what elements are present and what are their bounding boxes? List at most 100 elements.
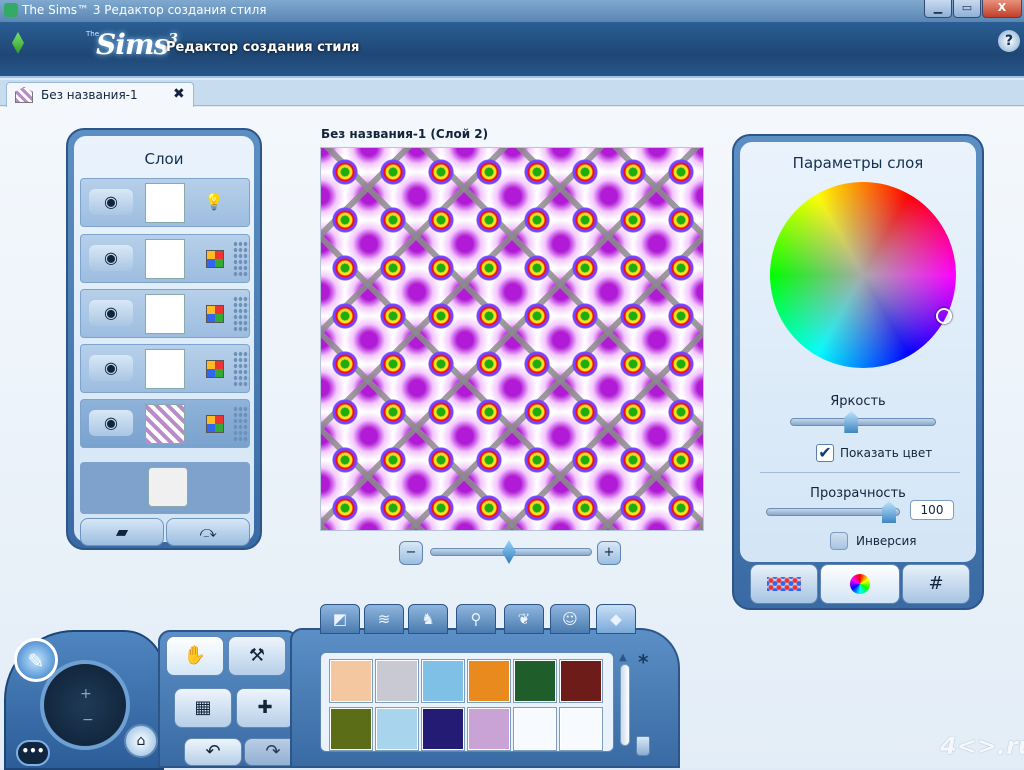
zoom-out-button[interactable]: −: [399, 541, 423, 565]
divider: [760, 472, 960, 473]
pattern-swatch-blue-bubbles[interactable]: [422, 660, 464, 702]
camera-dial[interactable]: + −: [40, 660, 130, 750]
pattern-swatch-orange-cracked[interactable]: [468, 660, 510, 702]
lightbulb-icon[interactable]: 💡: [203, 191, 225, 213]
hand-icon: ✋: [183, 645, 207, 666]
invert-checkbox[interactable]: [830, 532, 848, 550]
tab-hash[interactable]: #: [902, 564, 970, 604]
palette-grid-icon[interactable]: [203, 412, 225, 434]
params-title: Параметры слоя: [792, 154, 924, 172]
close-button[interactable]: X: [982, 0, 1022, 18]
layer-row[interactable]: ◉: [80, 234, 250, 283]
layer-row[interactable]: ◉: [80, 344, 250, 393]
layer-swatch[interactable]: [145, 404, 185, 444]
checkmark-icon: ✔: [818, 443, 832, 462]
palette-grid-icon[interactable]: [203, 357, 225, 379]
add-pattern-button[interactable]: ✚: [236, 688, 294, 728]
opacity-label: Прозрачность: [810, 486, 906, 501]
hand-tool-button[interactable]: ✋: [166, 636, 224, 676]
camera-icon: ⌂: [136, 733, 146, 749]
scroll-up-icon[interactable]: ▲: [619, 652, 627, 663]
hammer-tool-button[interactable]: ⚒: [228, 636, 286, 676]
tab-pattern-animal[interactable]: ♞: [408, 604, 448, 634]
eye-icon[interactable]: ◉: [89, 300, 133, 326]
eye-icon[interactable]: ◉: [89, 355, 133, 381]
pattern-swatch-kaleidoscope[interactable]: [422, 708, 464, 750]
brightness-slider-thumb[interactable]: [844, 411, 859, 433]
more-options-button[interactable]: •••: [16, 740, 50, 766]
design-canvas[interactable]: [320, 147, 704, 531]
layer-swatch[interactable]: [145, 294, 185, 334]
drag-handle[interactable]: [233, 351, 249, 387]
pattern-swatch-empty-1[interactable]: [514, 708, 556, 750]
tab-pattern-nature[interactable]: ❦: [504, 604, 544, 634]
window-titlebar: The Sims™ 3 Редактор создания стиля ▁ ▭ …: [0, 0, 1024, 22]
tab-pattern-geometric[interactable]: ≋: [364, 604, 404, 634]
watermark: 4<>.ru: [940, 732, 1024, 760]
app-icon: [4, 3, 18, 17]
pattern-swatch-olive-mesh[interactable]: [330, 708, 372, 750]
pattern-swatch-blue-diamonds[interactable]: [376, 708, 418, 750]
layer-row[interactable]: ◉: [80, 399, 250, 448]
pattern-swatch-gray-lace[interactable]: [376, 660, 418, 702]
canvas-title: Без названия-1 (Слой 2): [321, 127, 489, 141]
eraser-button[interactable]: ▰: [80, 518, 164, 546]
pen-icon: ✎: [27, 649, 45, 673]
tab-pattern-diamonds[interactable]: ◆: [596, 604, 636, 634]
trash-icon[interactable]: [636, 736, 650, 756]
diamonds-icon: ◆: [610, 610, 622, 628]
pen-mode-button[interactable]: ✎: [14, 638, 58, 682]
pattern-swatch-peach-dots[interactable]: [330, 660, 372, 702]
show-color-checkbox[interactable]: ✔: [816, 444, 834, 462]
layer-row[interactable]: ◉ 💡: [80, 178, 250, 227]
favorites-star-icon[interactable]: *: [638, 650, 648, 674]
layer-empty-slot[interactable]: [80, 462, 250, 514]
swap-layers-button[interactable]: ⤼: [166, 518, 250, 546]
pattern-swatch-empty-2[interactable]: [560, 708, 602, 750]
color-wheel[interactable]: [770, 182, 956, 368]
pattern-swatch-green-weave[interactable]: [514, 660, 556, 702]
pattern-swatch-dark-red[interactable]: [560, 660, 602, 702]
hash-icon: #: [928, 573, 944, 594]
layer-row[interactable]: ◉: [80, 289, 250, 338]
layer-swatch[interactable]: [145, 239, 185, 279]
opacity-slider[interactable]: [766, 508, 900, 516]
minimize-button[interactable]: ▁: [924, 0, 952, 18]
maximize-button[interactable]: ▭: [953, 0, 981, 18]
grid-tool-button[interactable]: ▦: [174, 688, 232, 728]
tab-pattern-transport[interactable]: ⚲: [456, 604, 496, 634]
help-button[interactable]: ?: [998, 30, 1020, 52]
tab-color-wheel[interactable]: [820, 564, 900, 604]
drag-handle[interactable]: [233, 241, 249, 277]
tab-pattern-toys[interactable]: ☺: [550, 604, 590, 634]
camera-view-button[interactable]: ⌂: [124, 724, 158, 758]
eye-icon[interactable]: ◉: [89, 245, 133, 271]
opacity-slider-thumb[interactable]: [882, 501, 896, 523]
undo-button[interactable]: ↶: [184, 738, 242, 766]
drag-handle[interactable]: [233, 296, 249, 332]
zoom-in-button[interactable]: +: [597, 541, 621, 565]
camera-up-icon[interactable]: +: [80, 686, 92, 702]
close-tab-icon[interactable]: ✖: [173, 86, 185, 102]
tab-pattern-abstract[interactable]: ◩: [320, 604, 360, 634]
plumbob-icon[interactable]: [12, 32, 24, 54]
pattern-swatch-purple-zigzag[interactable]: [468, 708, 510, 750]
tab-label: Без названия-1: [41, 88, 138, 102]
palette-grid-icon: [767, 577, 801, 591]
color-wheel-marker[interactable]: [936, 308, 952, 324]
swap-arrows-icon: ⤼: [199, 522, 217, 541]
eye-icon[interactable]: ◉: [89, 189, 133, 215]
brightness-slider[interactable]: [790, 418, 936, 426]
layer-swatch[interactable]: [145, 183, 185, 223]
drag-handle[interactable]: [233, 406, 249, 442]
camera-down-icon[interactable]: −: [82, 712, 94, 728]
pattern-scrollbar[interactable]: [620, 664, 630, 746]
layer-swatch[interactable]: [145, 349, 185, 389]
opacity-value-field[interactable]: 100: [910, 500, 954, 520]
tab-palette[interactable]: [750, 564, 818, 604]
tab-document[interactable]: Без названия-1 ✖: [6, 82, 194, 107]
palette-grid-icon[interactable]: [203, 302, 225, 324]
window-title: The Sims™ 3 Редактор создания стиля: [22, 3, 267, 17]
palette-grid-icon[interactable]: [203, 247, 225, 269]
eye-icon[interactable]: ◉: [89, 410, 133, 436]
